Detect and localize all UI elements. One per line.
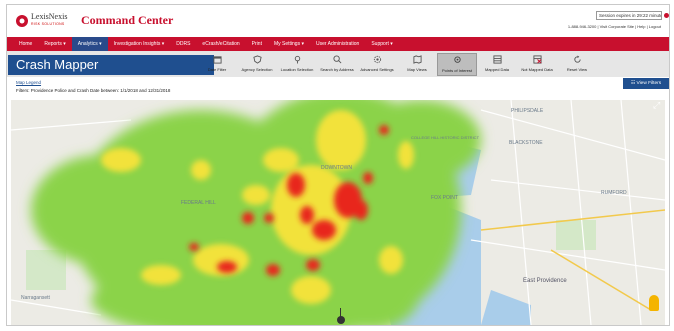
map-label-philipsdale: PHILIPSDALE <box>511 108 544 114</box>
fullscreen-icon[interactable]: ⤢ <box>653 100 663 110</box>
tool-location-selection[interactable]: Location Selection <box>277 53 317 76</box>
filters-summary: Filters: Providence Police and Crash Dat… <box>16 88 171 93</box>
nav-reports[interactable]: Reports ▾ <box>38 37 71 51</box>
map-label-downtown: DOWNTOWN <box>321 165 353 171</box>
tool-not-mapped-data[interactable]: Not Mapped Data <box>517 53 557 76</box>
tool-label: Search by Address <box>320 67 354 72</box>
session-timer: Session expires in 29:22 minutes <box>596 11 662 20</box>
view-filters-button[interactable]: ☷ View Filters <box>623 78 669 89</box>
park-area <box>26 250 66 290</box>
calendar-icon <box>212 56 222 64</box>
app-window: LexisNexis RISK SOLUTIONS Command Center… <box>6 4 670 326</box>
tool-advanced-settings[interactable]: Advanced Settings <box>357 53 397 76</box>
tool-label: Not Mapped Data <box>521 67 553 72</box>
nav-analytics[interactable]: Analytics ▾ <box>71 37 108 51</box>
crash-heatmap[interactable]: PHILIPSDALE BLACKSTONE COLLEGE HILL HIST… <box>11 100 665 325</box>
lexisnexis-logo-icon <box>16 15 28 27</box>
map-label-east-providence: East Providence <box>523 278 567 284</box>
view-filters-label: View Filters <box>636 81 662 86</box>
tool-label: Mapped Data <box>484 67 509 72</box>
app-title: Command Center <box>81 13 174 27</box>
nav-ddrs[interactable]: DDRS <box>170 37 196 51</box>
nav-home[interactable]: Home <box>13 37 38 51</box>
street-view-pegman-icon[interactable] <box>649 295 659 311</box>
table-icon <box>492 55 502 64</box>
map-label-rumford: RUMFORD <box>601 190 627 196</box>
annotation-dot <box>337 316 345 324</box>
tool-reset-view[interactable]: Reset View <box>557 53 597 76</box>
nav-my-settings[interactable]: My Settings ▾ <box>268 37 310 51</box>
reset-icon <box>573 55 581 63</box>
poi-icon <box>453 56 461 63</box>
tool-date-filter[interactable]: Date Filter <box>197 53 237 76</box>
tool-points-of-interest[interactable]: Points of Interest <box>437 53 477 76</box>
nav-ecrash[interactable]: eCrash/eCitation <box>196 37 245 51</box>
nav-investigation-insights[interactable]: Investigation Insights ▾ <box>108 37 171 51</box>
main-nav: Home Reports ▾ Analytics ▾ Investigation… <box>7 37 669 51</box>
page-title: Crash Mapper <box>8 55 214 75</box>
nav-support[interactable]: Support ▾ <box>365 37 398 51</box>
shield-icon <box>252 55 262 64</box>
top-bar: LexisNexis RISK SOLUTIONS Command Center… <box>7 5 669 37</box>
nav-print[interactable]: Print <box>246 37 268 51</box>
tool-label: Points of Interest <box>441 68 472 73</box>
tool-label: Reset View <box>566 67 588 72</box>
tool-label: Agency Selection <box>241 67 273 72</box>
map-label-blackstone: BLACKSTONE <box>509 140 543 146</box>
gear-icon <box>373 55 381 64</box>
tool-map-views[interactable]: Map Views <box>397 53 437 76</box>
map-legend-link[interactable]: Map Legend <box>16 80 41 85</box>
map-toolbar: Date Filter Agency Selection Location Se… <box>197 53 597 76</box>
tool-label: Advanced Settings <box>360 67 394 72</box>
nav-user-admin[interactable]: User Administration <box>310 37 365 51</box>
table-x-icon <box>532 55 542 64</box>
tool-mapped-data[interactable]: Mapped Data <box>477 53 517 76</box>
park-area <box>556 220 596 250</box>
search-icon <box>332 55 341 64</box>
map-pin-icon <box>294 55 300 64</box>
tool-label: Date Filter <box>207 67 227 72</box>
tool-label: Map Views <box>407 67 427 72</box>
map-label-narragansett: Narragansett <box>21 295 50 301</box>
tool-search-address[interactable]: Search by Address <box>317 53 357 76</box>
brand-sub: RISK SOLUTIONS <box>31 22 65 26</box>
map-label-fox-point: FOX POINT <box>431 195 458 201</box>
tool-agency-selection[interactable]: Agency Selection <box>237 53 277 76</box>
contact-links[interactable]: 1-888-946-3200 | Visit Corporate Site | … <box>568 24 661 29</box>
map-label-federal-hill: FEDERAL HILL <box>181 200 216 206</box>
session-status-icon <box>664 13 669 18</box>
map-icon <box>412 55 422 64</box>
heatmap-canvas <box>11 100 665 325</box>
map-label-college-hill: COLLEGE HILL HISTORIC DISTRICT <box>411 135 480 140</box>
brand-name: LexisNexis <box>31 12 68 21</box>
tool-label: Location Selection <box>280 67 314 72</box>
